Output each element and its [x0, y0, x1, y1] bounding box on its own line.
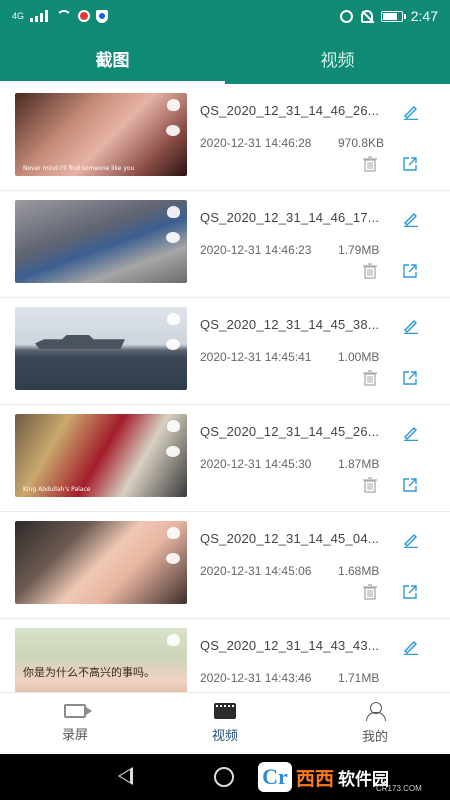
file-date: 2020-12-31 14:45:41: [200, 350, 312, 364]
watermark-text: 西西: [296, 767, 335, 790]
nav-record[interactable]: 录屏: [0, 693, 150, 754]
watermark-url: CR173.COM: [376, 784, 422, 793]
nav-videos-label: 视频: [211, 729, 238, 744]
nav-mine[interactable]: 我的: [300, 693, 450, 754]
list-item[interactable]: QS_2020_12_31_14_45_04... 2020-12-31 14:…: [0, 512, 450, 619]
file-size: 1.87MB: [338, 457, 380, 471]
tab-bar: 截图 视频: [0, 32, 450, 84]
ship-shape: [35, 335, 125, 349]
file-name: QS_2020_12_31_14_46_17...: [200, 210, 380, 225]
file-name: QS_2020_12_31_14_43_43...: [200, 638, 380, 653]
status-bar: 4G 2:47: [0, 0, 450, 32]
file-date: 2020-12-31 14:45:06: [200, 564, 312, 578]
bottom-nav: 录屏 视频 我的: [0, 692, 450, 754]
edit-icon[interactable]: [403, 425, 419, 441]
shield-icon: [96, 9, 109, 23]
thumbnail-caption: Never mind I'll find someone like you: [23, 165, 135, 172]
thumbnail[interactable]: [15, 521, 187, 604]
delete-icon[interactable]: [363, 263, 377, 279]
file-size: 1.71MB: [338, 671, 380, 685]
edit-icon[interactable]: [403, 318, 419, 334]
file-date: 2020-12-31 14:46:23: [200, 243, 312, 257]
nav-record-label: 录屏: [61, 728, 88, 743]
file-list: Never mind I'll find someone like you QS…: [0, 84, 450, 692]
edit-icon[interactable]: [403, 211, 419, 227]
watermark: Cr 西西 软件园 CR173.COM: [258, 760, 422, 794]
list-item[interactable]: 你是为什么不高兴的事吗。 QS_2020_12_31_14_43_43... 2…: [0, 619, 450, 692]
list-item[interactable]: QS_2020_12_31_14_46_17... 2020-12-31 14:…: [0, 191, 450, 298]
delete-icon[interactable]: [363, 370, 377, 386]
home-icon[interactable]: [214, 767, 234, 787]
back-icon[interactable]: [118, 767, 133, 785]
file-size: 1.68MB: [338, 564, 380, 578]
network-label: 4G: [12, 11, 25, 21]
mute-icon: [360, 9, 373, 23]
file-name: QS_2020_12_31_14_45_38...: [200, 317, 380, 332]
share-icon[interactable]: [402, 370, 418, 386]
list-item[interactable]: QS_2020_12_31_14_45_38... 2020-12-31 14:…: [0, 298, 450, 405]
file-date: 2020-12-31 14:43:46: [200, 671, 312, 685]
nav-videos[interactable]: 视频: [150, 693, 300, 754]
file-name: QS_2020_12_31_14_46_26...: [200, 103, 380, 118]
video-camera-icon: [64, 704, 92, 718]
tab-videos[interactable]: 视频: [225, 32, 450, 84]
system-nav-bar: Cr 西西 软件园 CR173.COM: [0, 754, 450, 800]
edit-icon[interactable]: [403, 532, 419, 548]
share-icon[interactable]: [402, 156, 418, 172]
edit-icon[interactable]: [403, 104, 419, 120]
share-icon[interactable]: [402, 584, 418, 600]
delete-icon[interactable]: [363, 477, 377, 493]
delete-icon[interactable]: [363, 156, 377, 172]
edit-icon[interactable]: [403, 639, 419, 655]
list-item[interactable]: Never mind I'll find someone like you QS…: [0, 84, 450, 191]
watermark-logo: Cr: [258, 762, 292, 792]
film-icon: [214, 703, 236, 719]
nav-mine-label: 我的: [361, 730, 388, 745]
battery-icon: [380, 10, 406, 22]
file-size: 1.79MB: [338, 243, 380, 257]
thumbnail-caption: 你是为什么不高兴的事吗。: [23, 666, 155, 679]
clock: 2:47: [410, 8, 438, 24]
alarm-icon: [339, 9, 353, 23]
thumbnail-caption: King Abdullah's Palace: [23, 486, 91, 493]
person-icon: [366, 702, 386, 721]
file-date: 2020-12-31 14:46:28: [200, 136, 312, 150]
list-item[interactable]: King Abdullah's Palace QS_2020_12_31_14_…: [0, 405, 450, 512]
file-name: QS_2020_12_31_14_45_26...: [200, 424, 380, 439]
thumbnail[interactable]: 你是为什么不高兴的事吗。: [15, 628, 187, 692]
file-date: 2020-12-31 14:45:30: [200, 457, 312, 471]
file-name: QS_2020_12_31_14_45_04...: [200, 531, 380, 546]
thumbnail[interactable]: King Abdullah's Palace: [15, 414, 187, 497]
thumbnail[interactable]: Never mind I'll find someone like you: [15, 93, 187, 176]
share-icon[interactable]: [402, 477, 418, 493]
wifi-icon: [56, 10, 73, 22]
thumbnail[interactable]: [15, 307, 187, 390]
recording-icon: [78, 10, 91, 22]
file-size: 970.8KB: [338, 136, 385, 150]
signal-icon: [30, 10, 50, 22]
delete-icon[interactable]: [363, 584, 377, 600]
tab-screenshots[interactable]: 截图: [0, 32, 225, 84]
share-icon[interactable]: [402, 263, 418, 279]
thumbnail[interactable]: [15, 200, 187, 283]
file-size: 1.00MB: [338, 350, 380, 364]
